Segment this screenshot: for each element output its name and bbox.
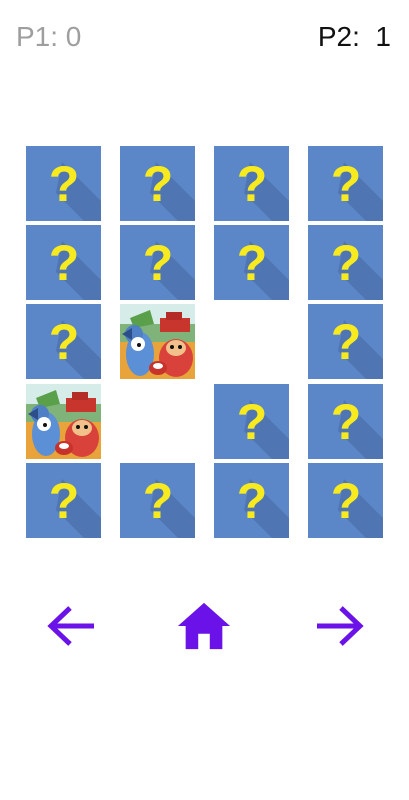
card-face-down[interactable]: ? — [26, 463, 101, 538]
card-face-down[interactable]: ? — [26, 225, 101, 300]
card-face-down[interactable]: ? — [26, 146, 101, 221]
question-mark: ? — [49, 473, 80, 529]
question-mark: ? — [331, 394, 362, 450]
question-mark: ? — [143, 473, 174, 529]
cartoon-card-image — [120, 304, 195, 379]
card-face-down[interactable]: ? — [214, 463, 289, 538]
card-face-down[interactable]: ? — [214, 225, 289, 300]
card-face-up[interactable] — [26, 384, 101, 459]
question-mark: ? — [49, 235, 80, 291]
question-mark: ? — [237, 156, 268, 212]
question-mark: ? — [331, 314, 362, 370]
player1-score: P1: 0 — [16, 21, 82, 52]
question-mark: ? — [237, 235, 268, 291]
arrow-left-icon — [47, 606, 94, 646]
empty-card-slot — [214, 304, 289, 379]
card-face-down[interactable]: ? — [308, 146, 383, 221]
home-button[interactable] — [176, 598, 232, 654]
card-face-down[interactable]: ? — [120, 225, 195, 300]
card-face-down[interactable]: ? — [308, 304, 383, 379]
question-mark: ? — [237, 394, 268, 450]
question-mark: ? — [143, 235, 174, 291]
arrow-right-icon — [317, 606, 364, 646]
question-mark: ? — [237, 473, 268, 529]
question-mark: ? — [331, 473, 362, 529]
card-face-down[interactable]: ? — [308, 384, 383, 459]
question-mark: ? — [331, 235, 362, 291]
card-face-down[interactable]: ? — [308, 225, 383, 300]
card-face-down[interactable]: ? — [120, 146, 195, 221]
card-face-down[interactable]: ? — [214, 384, 289, 459]
player2-score: P2: 1 — [317, 21, 391, 52]
memory-game-board: ???????????????? — [26, 146, 384, 540]
question-mark: ? — [331, 156, 362, 212]
home-icon — [177, 602, 231, 650]
card-face-down[interactable]: ? — [308, 463, 383, 538]
card-face-down[interactable]: ? — [214, 146, 289, 221]
back-button[interactable] — [44, 598, 100, 654]
forward-button[interactable] — [311, 598, 367, 654]
empty-card-slot — [120, 384, 195, 459]
question-mark: ? — [143, 156, 174, 212]
card-face-up[interactable] — [120, 304, 195, 379]
card-face-down[interactable]: ? — [120, 463, 195, 538]
question-mark: ? — [49, 314, 80, 370]
cartoon-card-image — [26, 384, 101, 459]
question-mark: ? — [49, 156, 80, 212]
card-face-down[interactable]: ? — [26, 304, 101, 379]
